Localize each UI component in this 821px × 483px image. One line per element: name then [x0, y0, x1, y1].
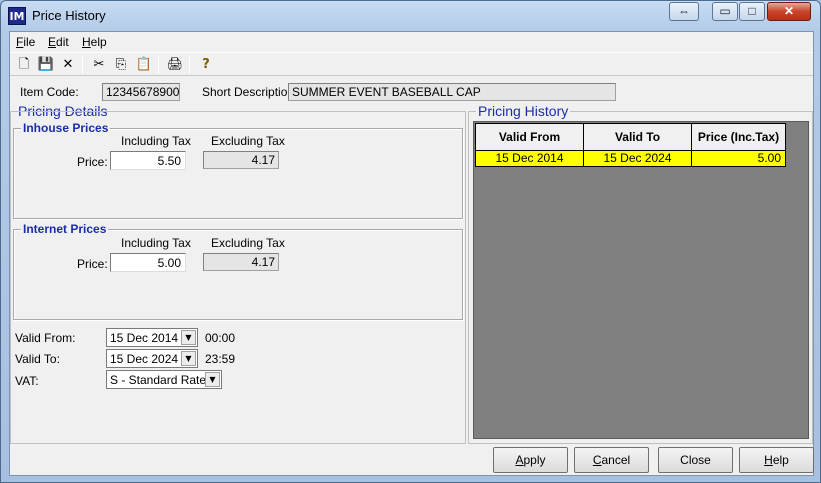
client-area: File Edit Help 🗋 💾 ✕ ✂ ⎘ 📋 🖨 ? Item Code… — [9, 31, 814, 476]
help-icon[interactable]: ? — [197, 56, 215, 74]
inhouse-including-tax-input[interactable]: 5.50 — [110, 151, 186, 170]
internet-including-tax-input[interactable]: 5.00 — [110, 253, 186, 272]
inhouse-price-label: Price: — [77, 155, 108, 169]
chevron-down-icon[interactable]: ▼ — [205, 372, 220, 387]
apply-button[interactable]: Apply — [493, 447, 568, 473]
menu-bar: File Edit Help — [10, 32, 813, 52]
cancel-button[interactable]: Cancel — [574, 447, 649, 473]
item-code-field: 1234567890000 — [102, 83, 180, 101]
maximize-icon[interactable]: □ — [739, 2, 765, 21]
chevron-down-icon[interactable]: ▼ — [181, 351, 196, 366]
inhouse-excluding-tax-header: Excluding Tax — [211, 134, 285, 148]
cell-price[interactable]: 5.00 — [691, 151, 786, 167]
toolbar-separator — [189, 56, 190, 74]
window-title: Price History — [32, 8, 106, 23]
short-description-label: Short Description: — [202, 85, 298, 99]
app-logo-icon: IM — [8, 7, 26, 25]
column-header-valid-to[interactable]: Valid To — [583, 123, 692, 151]
valid-to-date-picker[interactable]: 15 Dec 2024 ▼ — [106, 349, 198, 368]
internet-price-label: Price: — [77, 257, 108, 271]
paste-icon[interactable]: 📋 — [135, 56, 153, 74]
internet-prices-title: Internet Prices — [21, 222, 109, 236]
help-label: elp — [772, 453, 789, 467]
help-button[interactable]: Help — [739, 447, 814, 473]
toolbar-separator — [82, 56, 83, 74]
delete-icon[interactable]: ✕ — [59, 56, 77, 74]
valid-from-date-picker[interactable]: 15 Dec 2014 ▼ — [106, 328, 198, 347]
vat-select[interactable]: S - Standard Rate ▼ — [106, 370, 222, 389]
pricing-history-title: Pricing History — [476, 103, 571, 119]
internet-excluding-tax-header: Excluding Tax — [211, 236, 285, 250]
print-icon[interactable]: 🖨 — [166, 56, 184, 74]
copy-icon[interactable]: ⎘ — [112, 56, 130, 74]
cell-valid-from[interactable]: 15 Dec 2014 — [475, 151, 584, 167]
menu-edit[interactable]: Edit — [48, 35, 69, 49]
menu-help-accel: H — [82, 35, 91, 49]
column-header-valid-from[interactable]: Valid From — [475, 123, 584, 151]
valid-from-time: 00:00 — [205, 331, 236, 345]
close-icon[interactable]: ✕ — [767, 2, 811, 21]
apply-accel: A — [515, 453, 524, 467]
internet-excluding-tax-field: 4.17 — [203, 253, 279, 271]
valid-to-date-value: 15 Dec 2024 — [110, 352, 179, 366]
valid-to-label: Valid To: — [15, 352, 60, 366]
internet-prices-group: Internet Prices Including Tax Excluding … — [13, 222, 463, 320]
vat-label: VAT: — [15, 374, 39, 388]
restore-arrows-icon[interactable]: ⇔ — [669, 2, 699, 21]
close-button[interactable]: Close — [658, 447, 733, 473]
save-icon[interactable]: 💾 — [37, 56, 55, 74]
price-history-window: IM Price History ⇔ ▭ □ ✕ File Edit Help … — [0, 0, 821, 483]
inhouse-prices-title: Inhouse Prices — [21, 121, 111, 135]
vat-select-value: S - Standard Rate — [110, 373, 207, 387]
help-accel: H — [764, 453, 773, 467]
table-row[interactable]: 15 Dec 2014 15 Dec 2024 5.00 — [475, 151, 786, 167]
cancel-label: ancel — [601, 453, 631, 467]
inhouse-prices-group: Inhouse Prices Including Tax Excluding T… — [13, 121, 463, 219]
menu-file[interactable]: File — [16, 35, 35, 49]
chevron-down-icon[interactable]: ▼ — [181, 330, 196, 345]
inhouse-excluding-tax-field: 4.17 — [203, 151, 279, 169]
grid-header: Valid From Valid To Price (Inc.Tax) — [475, 123, 786, 151]
short-description-field: SUMMER EVENT BASEBALL CAP — [288, 83, 616, 101]
item-code-label: Item Code: — [20, 85, 79, 99]
new-document-icon[interactable]: 🗋 — [15, 56, 33, 74]
cut-icon[interactable]: ✂ — [90, 56, 108, 74]
valid-to-time: 23:59 — [205, 352, 236, 366]
menu-edit-label: dit — [56, 35, 69, 49]
toolbar-separator — [158, 56, 159, 74]
valid-from-label: Valid From: — [15, 331, 76, 345]
menu-file-label: ile — [23, 35, 36, 49]
title-bar[interactable]: IM Price History ⇔ ▭ □ ✕ — [1, 1, 820, 31]
menu-help[interactable]: Help — [82, 35, 107, 49]
minimize-icon[interactable]: ▭ — [712, 2, 738, 21]
menu-help-label: elp — [90, 35, 107, 49]
pricing-details-title: Pricing Details — [18, 103, 108, 119]
menu-edit-accel: E — [48, 35, 57, 49]
cell-valid-to[interactable]: 15 Dec 2024 — [583, 151, 692, 167]
inhouse-including-tax-header: Including Tax — [121, 134, 191, 148]
column-header-price[interactable]: Price (Inc.Tax) — [691, 123, 786, 151]
close-label: Close — [680, 453, 711, 467]
toolbar: 🗋 💾 ✕ ✂ ⎘ 📋 🖨 ? — [10, 52, 813, 76]
apply-label: pply — [523, 453, 546, 467]
valid-from-date-value: 15 Dec 2014 — [110, 331, 179, 345]
pricing-history-grid[interactable]: Valid From Valid To Price (Inc.Tax) 15 D… — [473, 121, 809, 439]
internet-including-tax-header: Including Tax — [121, 236, 191, 250]
